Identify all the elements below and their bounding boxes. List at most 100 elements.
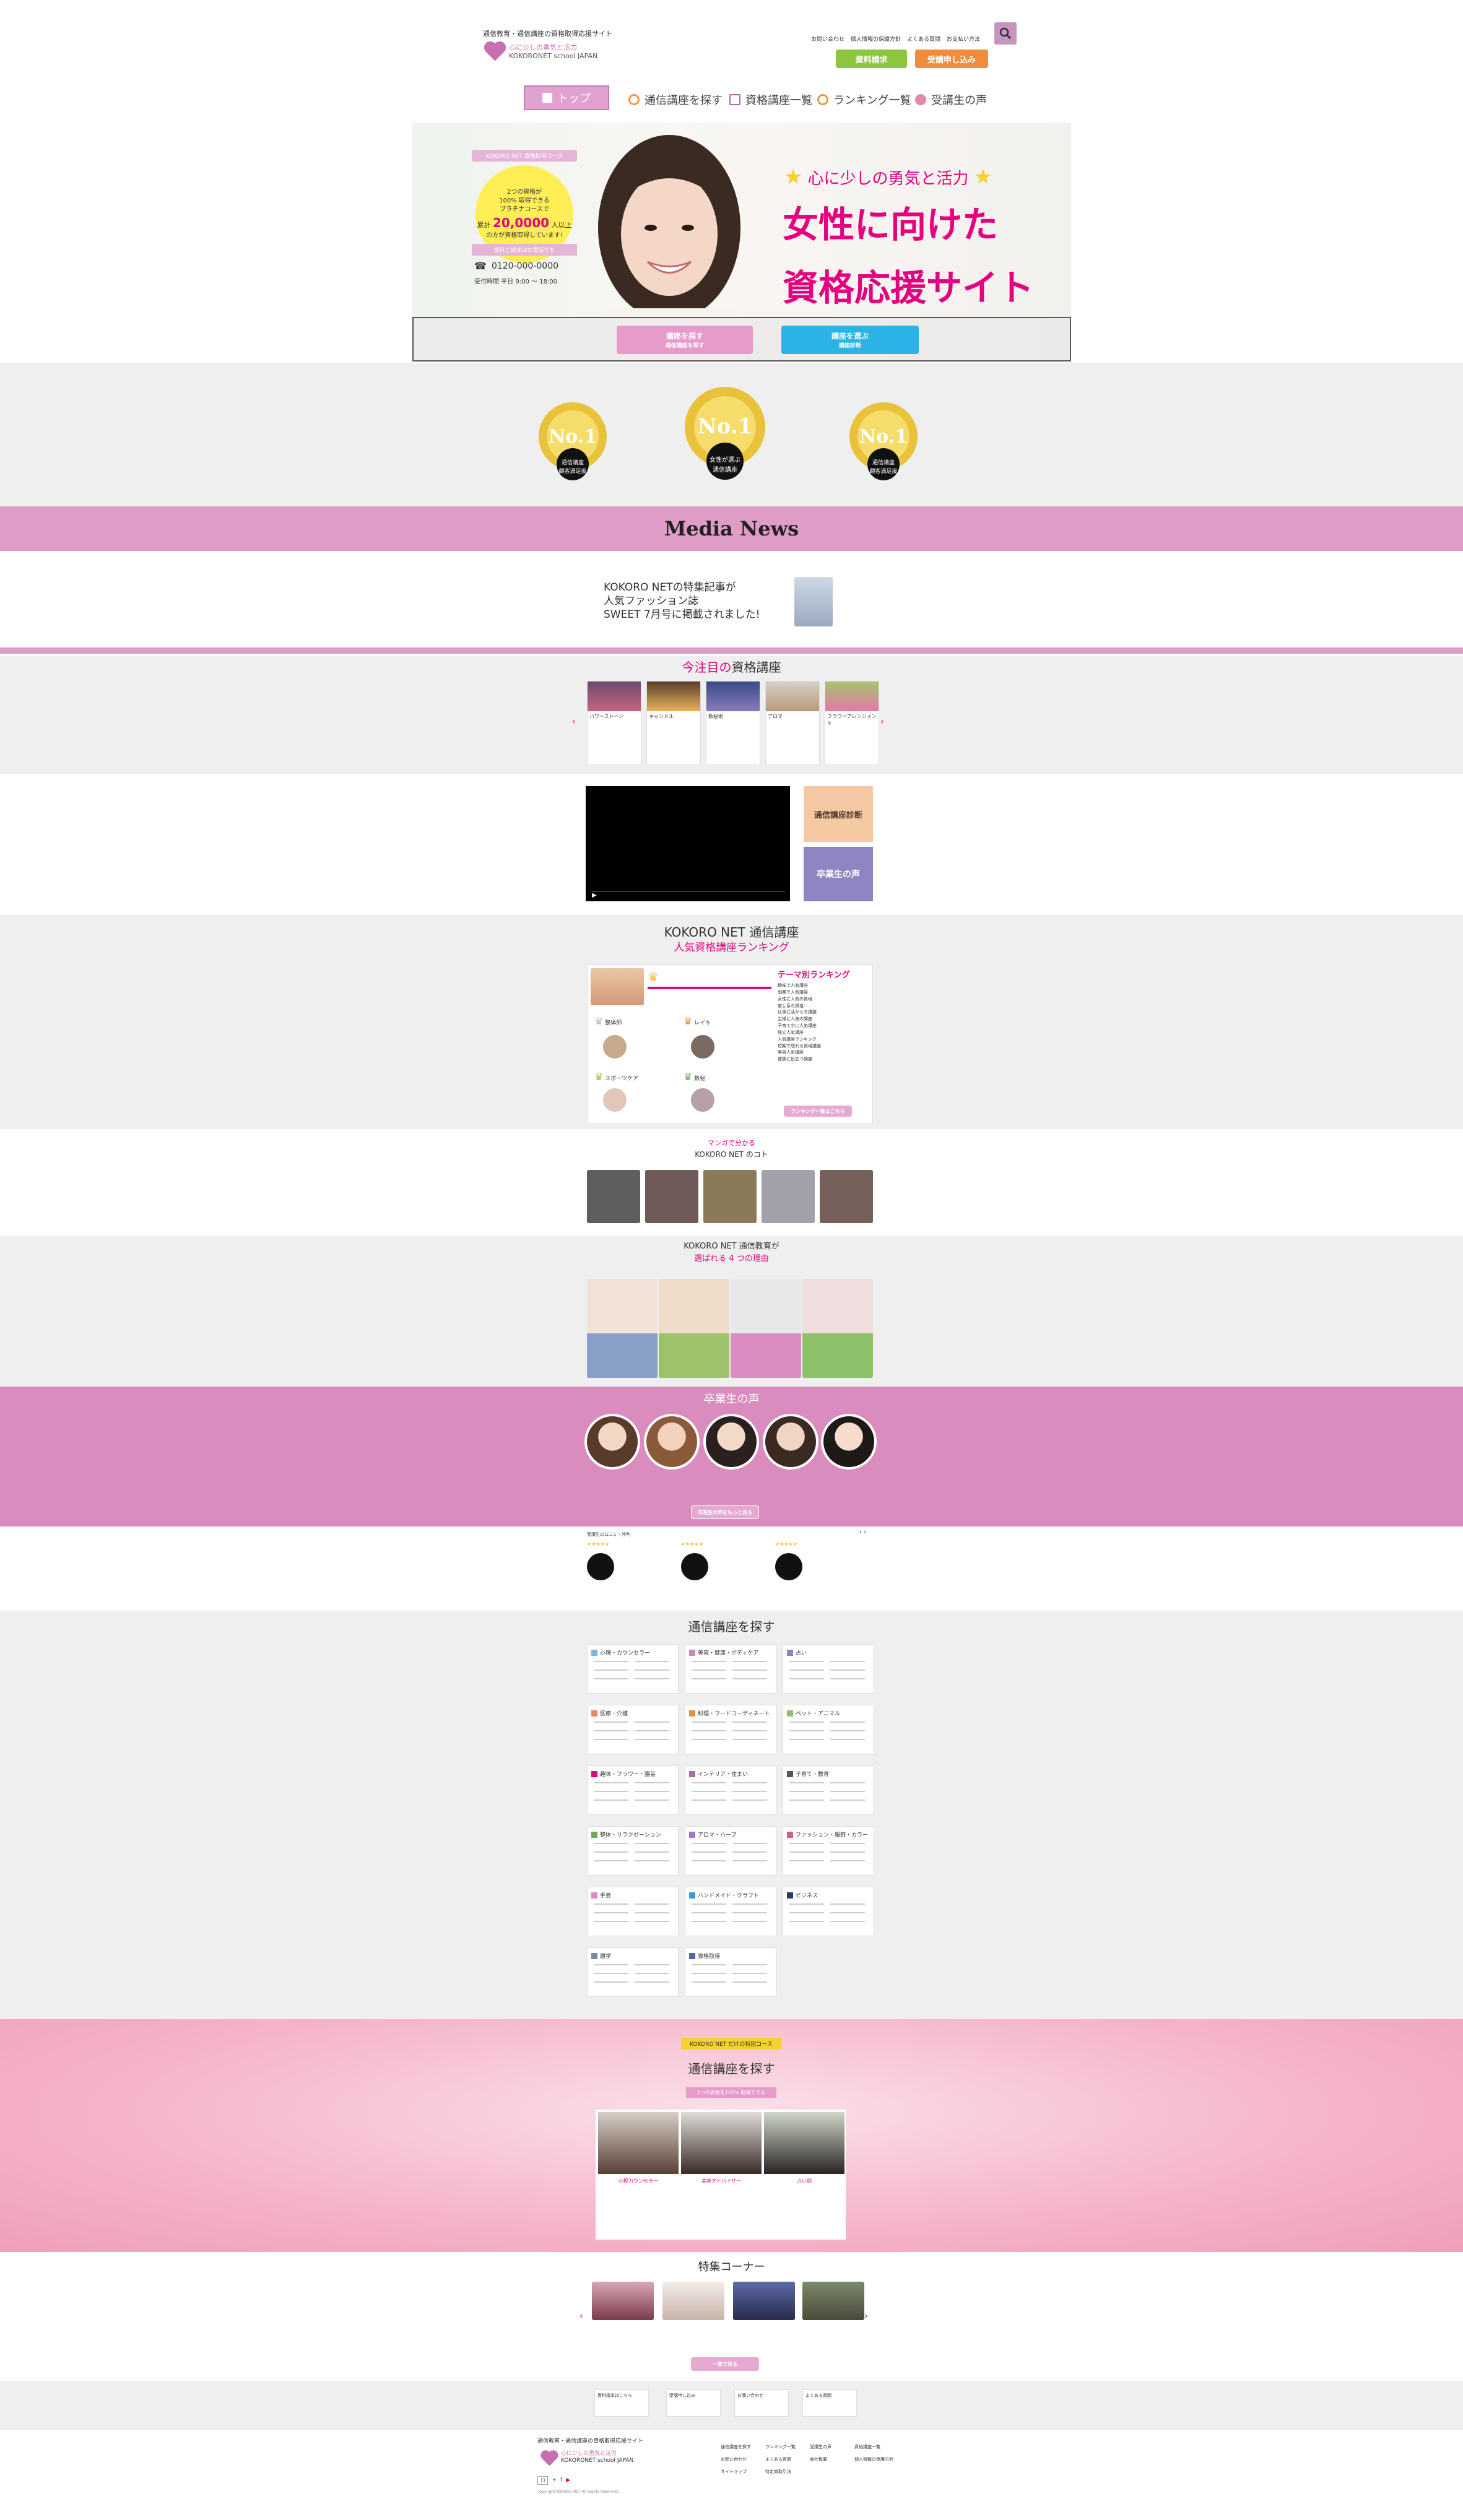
category-link-placeholder[interactable] (594, 1669, 628, 1671)
category-link-placeholder[interactable] (635, 1782, 669, 1783)
special-card-image[interactable] (592, 2282, 654, 2320)
platinum-card[interactable]: 美容アドバイザー (681, 2112, 762, 2236)
theme-item[interactable]: 主婦に人気の講座 (778, 1016, 869, 1023)
category-title[interactable]: ハンドメイド・クラフト (689, 1891, 759, 1899)
nav-search[interactable]: 通信講座を探す (628, 92, 723, 108)
category-box[interactable]: ペット・アニマル (783, 1705, 874, 1754)
category-link-placeholder[interactable] (692, 1973, 726, 1974)
category-link-placeholder[interactable] (732, 1860, 767, 1861)
category-box[interactable]: 子育て・教育 (783, 1765, 874, 1815)
special-card-image[interactable] (802, 2282, 864, 2320)
category-link-placeholder[interactable] (789, 1669, 824, 1671)
category-link-placeholder[interactable] (594, 1851, 628, 1853)
footer-banner[interactable]: よくある質問 (802, 2389, 857, 2417)
category-title[interactable]: ファッション・服飾・カラー (787, 1830, 868, 1838)
category-link-placeholder[interactable] (635, 1921, 669, 1922)
category-link-placeholder[interactable] (830, 1678, 865, 1679)
category-link-placeholder[interactable] (830, 1843, 865, 1844)
hero-find-button[interactable]: 講座を探す 通信講座を探す (617, 326, 753, 354)
carousel-prev-icon[interactable]: ‹ (580, 2311, 583, 2321)
search-button[interactable] (994, 22, 1017, 45)
category-title[interactable]: ビジネス (787, 1891, 818, 1899)
category-link-placeholder[interactable] (789, 1678, 824, 1679)
category-link-placeholder[interactable] (594, 1661, 628, 1662)
video-controls[interactable] (591, 891, 785, 898)
footer-logo-line2[interactable]: KOKORONET school JAPAN (561, 2457, 633, 2464)
category-link-placeholder[interactable] (594, 1860, 628, 1861)
theme-item[interactable]: 子育て中に人気講座 (778, 1023, 869, 1029)
manga-panel[interactable] (820, 1170, 873, 1223)
category-link-placeholder[interactable] (635, 1973, 669, 1974)
footer-link[interactable]: 受講生の声 (810, 2444, 849, 2450)
theme-item[interactable]: 健康に役立つ講座 (778, 1056, 869, 1063)
category-link-placeholder[interactable] (732, 1782, 767, 1783)
footer-link[interactable]: よくある質問 (765, 2456, 805, 2462)
category-title[interactable]: アロマ・ハーブ (689, 1830, 736, 1838)
carousel-next-icon[interactable]: › (864, 2311, 868, 2321)
category-box[interactable]: 整体・リラクゼーション (587, 1826, 679, 1876)
reason-card[interactable] (802, 1279, 873, 1378)
footer-link[interactable]: 資格講座一覧 (854, 2444, 894, 2450)
footer-link[interactable]: 個人情報の保護方針 (854, 2456, 894, 2462)
theme-item[interactable]: 独立人気講座 (778, 1029, 869, 1036)
category-link-placeholder[interactable] (692, 1678, 726, 1679)
nav-top[interactable]: トップ (524, 85, 609, 110)
category-link-placeholder[interactable] (789, 1921, 824, 1922)
category-link-placeholder[interactable] (594, 1903, 628, 1905)
category-link-placeholder[interactable] (635, 1851, 669, 1853)
footer-link[interactable]: お問い合わせ (721, 2456, 760, 2462)
voice-avatar[interactable] (584, 1414, 640, 1470)
logo-heart-icon[interactable] (540, 2451, 558, 2467)
header-link-faq[interactable]: よくある質問 (907, 35, 940, 43)
rank-5[interactable]: ♛ 数秘 (684, 1071, 705, 1083)
header-link-contact[interactable]: お問い合わせ (811, 35, 844, 43)
category-link-placeholder[interactable] (830, 1721, 865, 1723)
category-link-placeholder[interactable] (692, 1912, 726, 1913)
review-card[interactable]: ★★★★★ (681, 1541, 774, 1601)
logo-line1[interactable]: 心に少しの勇気と活力 (509, 42, 577, 52)
category-title[interactable]: 医療・介護 (591, 1709, 628, 1717)
category-link-placeholder[interactable] (789, 1860, 824, 1861)
media-magazine-image[interactable] (794, 577, 833, 626)
logo-line2[interactable]: KOKORONET school JAPAN (509, 52, 597, 60)
rank-4-image[interactable] (601, 1086, 629, 1114)
twitter-icon[interactable]: ✦ (552, 2477, 557, 2483)
category-link-placeholder[interactable] (732, 1851, 767, 1853)
category-link-placeholder[interactable] (692, 1782, 726, 1783)
rank-2[interactable]: ♛ 整体師 (594, 1015, 622, 1027)
category-link-placeholder[interactable] (732, 1669, 767, 1671)
category-link-placeholder[interactable] (732, 1964, 767, 1965)
category-link-placeholder[interactable] (594, 1981, 628, 1983)
category-title[interactable]: 美容・健康・ボディケア (689, 1648, 758, 1656)
manga-panel[interactable] (703, 1170, 757, 1223)
special-card-image[interactable] (662, 2282, 724, 2320)
featured-card[interactable]: アロマ (765, 681, 820, 765)
category-box[interactable]: 語学 (587, 1947, 679, 1997)
featured-card[interactable]: キャンドル (646, 681, 701, 765)
rank-1-image[interactable] (591, 968, 644, 1005)
voice-avatar[interactable] (821, 1414, 877, 1470)
manga-panel[interactable] (587, 1170, 640, 1223)
theme-item[interactable]: 人気講座ランキング (778, 1036, 869, 1043)
docs-request-button[interactable]: 資料請求 (836, 50, 907, 68)
rank-2-image[interactable] (601, 1033, 629, 1061)
category-link-placeholder[interactable] (830, 1921, 865, 1922)
category-link-placeholder[interactable] (635, 1669, 669, 1671)
category-link-placeholder[interactable] (635, 1860, 669, 1861)
reason-card[interactable] (731, 1279, 801, 1378)
category-link-placeholder[interactable] (732, 1721, 767, 1723)
category-link-placeholder[interactable] (692, 1661, 726, 1662)
category-link-placeholder[interactable] (635, 1739, 669, 1740)
footer-banner[interactable]: 受講申し込み (666, 2389, 721, 2417)
footer-link[interactable]: ランキング一覧 (765, 2444, 805, 2450)
category-link-placeholder[interactable] (635, 1912, 669, 1913)
special-card-image[interactable] (733, 2282, 795, 2320)
voice-avatar[interactable] (644, 1414, 700, 1470)
category-link-placeholder[interactable] (789, 1912, 824, 1913)
category-title[interactable]: 手芸 (591, 1891, 611, 1899)
category-box[interactable]: ファッション・服飾・カラー (783, 1826, 874, 1876)
category-link-placeholder[interactable] (594, 1791, 628, 1792)
featured-card[interactable]: 数秘術 (706, 681, 760, 765)
footer-banner[interactable]: 資料請求はこちら (594, 2389, 649, 2417)
category-link-placeholder[interactable] (789, 1739, 824, 1740)
